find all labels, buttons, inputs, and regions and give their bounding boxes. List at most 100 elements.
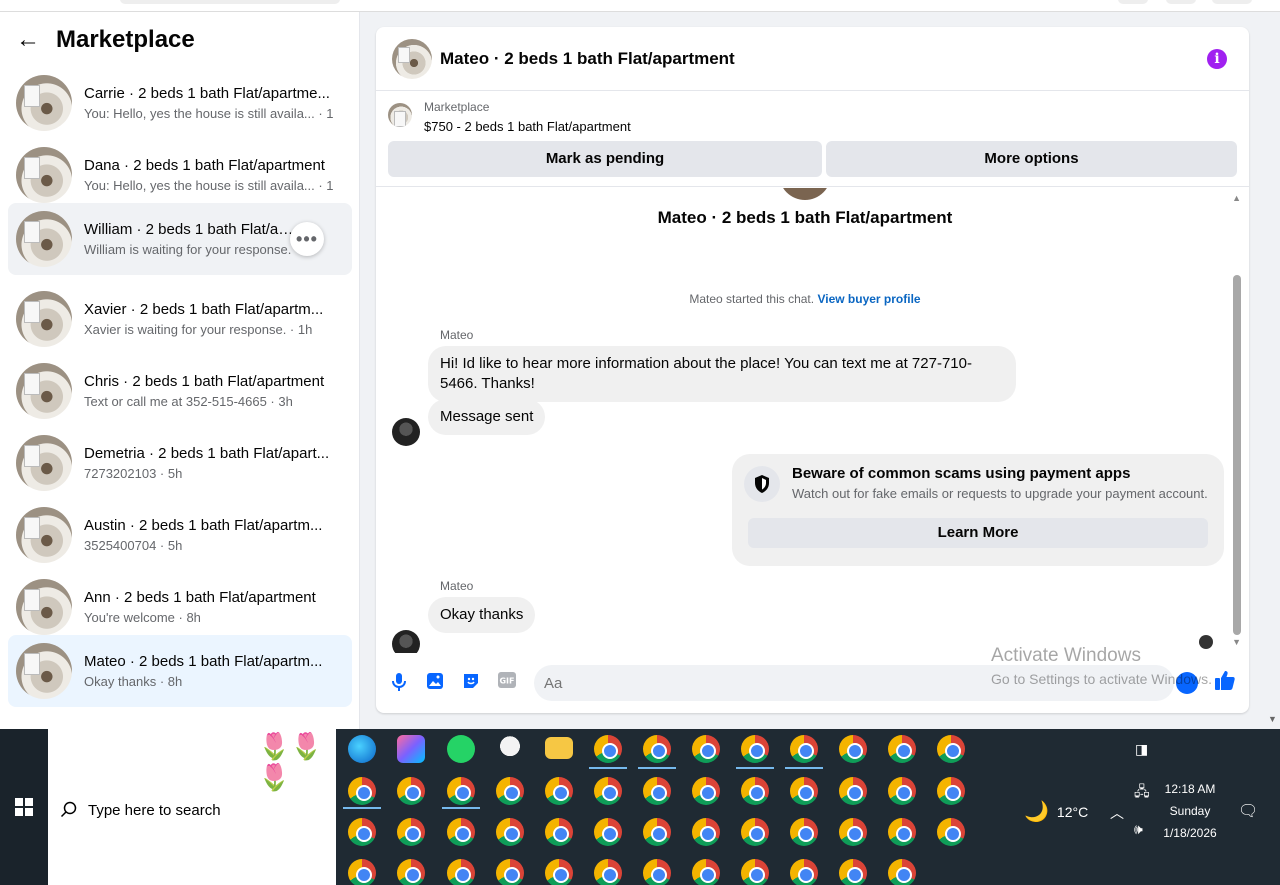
learn-more-button[interactable]: Learn More (748, 518, 1208, 548)
clock-time[interactable]: 12:18 AM (1150, 782, 1230, 796)
chrome-icon[interactable] (692, 777, 720, 805)
chrome-icon[interactable] (839, 777, 867, 805)
chrome-icon[interactable] (348, 818, 376, 846)
chrome-icon[interactable] (692, 859, 720, 885)
conversation-item[interactable]: Ann · 2 beds 1 bath Flat/apartment You'r… (8, 571, 352, 643)
conversation-item[interactable]: Demetria · 2 beds 1 bath Flat/apart... 7… (8, 427, 352, 499)
chrome-icon[interactable] (839, 859, 867, 885)
edge-icon[interactable] (348, 735, 376, 763)
notification-icon[interactable]: 🗨 (1238, 801, 1258, 821)
scroll-up-arrow-icon[interactable]: ▲ (1232, 193, 1241, 203)
chrome-icon[interactable] (594, 859, 622, 885)
back-arrow-icon[interactable]: ← (16, 26, 48, 54)
network-icon[interactable]: 🖧 (1134, 781, 1150, 805)
conversation-item-active[interactable]: Mateo · 2 beds 1 bath Flat/apartm... Oka… (8, 635, 352, 707)
chrome-icon[interactable] (643, 859, 671, 885)
chrome-icon[interactable] (790, 859, 818, 885)
meet-now-icon[interactable]: ◨ (1135, 741, 1148, 758)
chrome-icon[interactable] (643, 735, 671, 763)
chrome-icon[interactable] (643, 777, 671, 805)
more-actions-icon[interactable]: ••• (290, 222, 324, 256)
scam-warning-card: Beware of common scams using payment app… (732, 454, 1224, 566)
buyer-avatar[interactable] (392, 418, 420, 446)
scrollbar-thumb[interactable] (1233, 275, 1241, 635)
top-icon-button[interactable] (1118, 0, 1148, 4)
chrome-icon[interactable] (447, 818, 475, 846)
shield-icon (744, 466, 780, 502)
chat-avatar[interactable] (392, 38, 432, 79)
chrome-icon[interactable] (790, 777, 818, 805)
microphone-icon[interactable] (388, 672, 410, 694)
view-buyer-profile-link[interactable]: View buyer profile (817, 292, 920, 306)
thumbs-up-icon[interactable] (1214, 669, 1236, 697)
chrome-icon[interactable] (741, 777, 769, 805)
conversation-item[interactable]: Austin · 2 beds 1 bath Flat/apartm... 35… (8, 499, 352, 571)
chrome-icon[interactable] (937, 735, 965, 763)
chrome-icon[interactable] (643, 818, 671, 846)
chrome-icon[interactable] (496, 859, 524, 885)
listing-price[interactable]: $750 - 2 beds 1 bath Flat/apartment (424, 119, 631, 134)
chrome-icon[interactable] (447, 859, 475, 885)
start-button[interactable] (0, 729, 48, 885)
chrome-icon[interactable] (348, 859, 376, 885)
chrome-icon[interactable] (937, 818, 965, 846)
scroll-down-arrow-icon[interactable]: ▼ (1232, 637, 1241, 647)
gif-icon[interactable]: GIF (496, 672, 518, 694)
chrome-icon[interactable] (496, 777, 524, 805)
info-icon[interactable]: i (1207, 49, 1227, 69)
file-explorer-icon[interactable] (545, 737, 573, 759)
copilot-icon[interactable] (397, 735, 425, 763)
chrome-icon[interactable] (741, 818, 769, 846)
listing-thumbnail[interactable] (388, 103, 412, 127)
conversation-item[interactable]: William · 2 beds 1 bath Flat/apa William… (8, 203, 352, 275)
chrome-icon[interactable] (790, 735, 818, 763)
chrome-icon[interactable] (790, 818, 818, 846)
chrome-icon[interactable] (397, 777, 425, 805)
chrome-icon[interactable] (888, 735, 916, 763)
chrome-icon[interactable] (839, 818, 867, 846)
chrome-icon[interactable] (888, 859, 916, 885)
chrome-icon[interactable] (888, 777, 916, 805)
chrome-icon[interactable] (937, 777, 965, 805)
clock-day[interactable]: Sunday (1150, 804, 1230, 818)
chrome-icon[interactable] (888, 818, 916, 846)
conversation-name: Chris · 2 beds 1 bath Flat/apartment (84, 373, 325, 390)
chevron-up-icon[interactable]: ︿ (1110, 803, 1124, 823)
page-scroll-down-arrow-icon[interactable]: ▼ (1268, 714, 1277, 724)
weather-widget[interactable]: 🌙 12°C (1024, 799, 1088, 824)
chrome-icon[interactable] (447, 777, 475, 805)
chrome-icon[interactable] (348, 777, 376, 805)
conversation-item[interactable]: Xavier · 2 beds 1 bath Flat/apartm... Xa… (8, 283, 352, 355)
taskbar-search-box[interactable]: Type here to search 🌷🌷🌷 (48, 729, 336, 885)
chrome-icon[interactable] (545, 777, 573, 805)
conversation-item[interactable]: Chris · 2 beds 1 bath Flat/apartment Tex… (8, 355, 352, 427)
chrome-icon[interactable] (397, 859, 425, 885)
conversation-item[interactable]: Dana · 2 beds 1 bath Flat/apartment You:… (8, 139, 352, 211)
chrome-icon[interactable] (594, 735, 622, 763)
chrome-icon[interactable] (594, 777, 622, 805)
chrome-icon[interactable] (496, 818, 524, 846)
clock-date[interactable]: 1/18/2026 (1150, 826, 1230, 840)
chrome-icon[interactable] (397, 818, 425, 846)
conversation-item[interactable]: Carrie · 2 beds 1 bath Flat/apartme... Y… (8, 67, 352, 139)
account-avatar-edge[interactable] (1212, 0, 1252, 4)
chrome-icon[interactable] (545, 818, 573, 846)
chrome-icon[interactable] (692, 735, 720, 763)
chrome-icon[interactable] (545, 859, 573, 885)
chrome-icon[interactable] (741, 859, 769, 885)
more-options-button[interactable]: More options (826, 141, 1237, 177)
chrome-icon[interactable] (594, 818, 622, 846)
top-icon-button[interactable] (1166, 0, 1196, 4)
photo-icon[interactable] (424, 672, 446, 694)
sticker-icon[interactable] (460, 672, 482, 694)
chrome-icon[interactable] (741, 735, 769, 763)
chrome-icon[interactable] (839, 735, 867, 763)
top-search-field-edge[interactable] (120, 0, 340, 4)
chat-title[interactable]: Mateo · 2 beds 1 bath Flat/apartment (440, 49, 735, 69)
buyer-avatar[interactable] (392, 630, 420, 653)
snipping-tool-icon[interactable] (496, 735, 524, 763)
mark-as-pending-button[interactable]: Mark as pending (388, 141, 822, 177)
whatsapp-icon[interactable] (447, 735, 475, 763)
volume-icon[interactable]: 🕪 (1134, 821, 1143, 838)
chrome-icon[interactable] (692, 818, 720, 846)
